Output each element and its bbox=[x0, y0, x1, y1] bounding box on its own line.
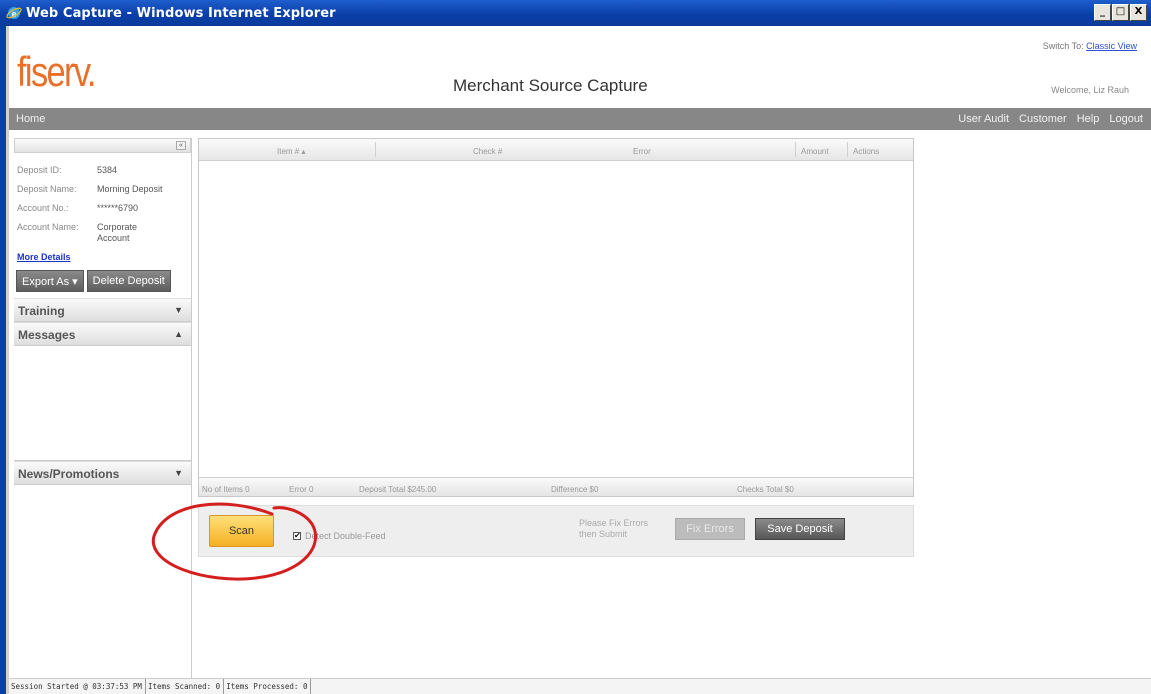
window-title: Web Capture - Windows Internet Explorer bbox=[26, 5, 336, 21]
page-header: fiserv. Merchant Source Capture Switch T… bbox=[9, 26, 1151, 108]
detect-double-feed-checkbox[interactable]: ✔ bbox=[293, 532, 301, 540]
fix-errors-message: Please Fix Errors then Submit bbox=[579, 518, 648, 540]
classic-view-link[interactable]: Classic View bbox=[1086, 41, 1137, 51]
grid-header: Item # ▴ Check # Error Amount Actions bbox=[199, 139, 913, 161]
footer-checks-total: Checks Total $0 bbox=[737, 485, 794, 494]
footer-deposit-total: Deposit Total $245.00 bbox=[359, 485, 437, 494]
deposit-name-row: Deposit Name: Morning Deposit bbox=[17, 184, 187, 195]
close-button[interactable]: X bbox=[1130, 4, 1147, 21]
account-no-row: Account No.: ******6790 bbox=[17, 203, 187, 214]
column-amount[interactable]: Amount bbox=[801, 147, 829, 156]
deposit-id-value: 5384 bbox=[97, 165, 118, 175]
training-label: Training bbox=[18, 304, 65, 318]
nav-customer[interactable]: Customer bbox=[1019, 113, 1067, 125]
messages-label: Messages bbox=[18, 328, 76, 342]
window-frame bbox=[0, 26, 9, 694]
minimize-button[interactable]: _ bbox=[1094, 4, 1111, 21]
fix-errors-message-line2: then Submit bbox=[579, 529, 628, 539]
session-started: Session Started @ 03:37:53 PM bbox=[9, 679, 146, 694]
deposit-name-label: Deposit Name: bbox=[17, 184, 77, 194]
items-grid: Item # ▴ Check # Error Amount Actions No… bbox=[198, 138, 914, 497]
nav-home[interactable]: Home bbox=[16, 113, 45, 125]
nav-help[interactable]: Help bbox=[1077, 113, 1100, 125]
save-deposit-button[interactable]: Save Deposit bbox=[755, 518, 845, 540]
switch-view: Switch To: Classic View bbox=[1043, 41, 1137, 51]
deposit-buttons: Export As ▾ Delete Deposit bbox=[14, 262, 191, 292]
deposit-id-row: Deposit ID: 5384 bbox=[17, 165, 187, 176]
account-no-label: Account No.: bbox=[17, 203, 69, 213]
deposit-id-label: Deposit ID: bbox=[17, 165, 62, 175]
window-titlebar: e Web Capture - Windows Internet Explore… bbox=[0, 0, 1151, 26]
training-panel-header[interactable]: Training ▼ bbox=[14, 298, 191, 322]
dropdown-arrow-icon: ▾ bbox=[72, 276, 78, 288]
messages-panel-body bbox=[14, 346, 191, 461]
nav-logout[interactable]: Logout bbox=[1109, 113, 1143, 125]
account-name-label: Account Name: bbox=[17, 222, 79, 232]
welcome-text: Welcome, Liz Rauh bbox=[1051, 85, 1129, 95]
more-details-link[interactable]: More Details bbox=[17, 252, 191, 262]
internet-explorer-icon: e bbox=[6, 7, 22, 20]
scan-button[interactable]: Scan bbox=[209, 515, 274, 547]
export-as-label: Export As bbox=[22, 276, 70, 288]
news-panel-header[interactable]: News/Promotions ▼ bbox=[14, 461, 191, 485]
delete-deposit-button[interactable]: Delete Deposit bbox=[86, 270, 171, 292]
column-error[interactable]: Error bbox=[633, 147, 651, 156]
items-scanned: Items Scanned: 0 bbox=[146, 679, 225, 694]
account-name-row: Account Name: Corporate Account bbox=[17, 222, 187, 244]
footer-items-count: No of Items 0 bbox=[202, 485, 250, 494]
column-item[interactable]: Item # ▴ bbox=[277, 147, 305, 156]
fix-errors-button[interactable]: Fix Errors bbox=[675, 518, 745, 540]
sidebar: « Deposit ID: 5384 Deposit Name: Morning… bbox=[14, 138, 192, 678]
switch-label: Switch To: bbox=[1042, 41, 1084, 51]
footer-error-count: Error 0 bbox=[289, 485, 314, 494]
messages-panel-header[interactable]: Messages ▲ bbox=[14, 322, 191, 346]
chevron-down-icon: ▼ bbox=[174, 468, 183, 478]
account-name-value: Corporate Account bbox=[97, 222, 138, 243]
fix-errors-message-line1: Please Fix Errors bbox=[579, 518, 649, 528]
action-bar: Scan ✔ Detect Double-Feed Please Fix Err… bbox=[198, 505, 914, 557]
sidebar-header: « bbox=[14, 138, 191, 153]
export-as-button[interactable]: Export As ▾ bbox=[16, 270, 84, 292]
column-actions[interactable]: Actions bbox=[853, 147, 879, 156]
items-processed: Items Processed: 0 bbox=[224, 679, 312, 694]
news-label: News/Promotions bbox=[18, 467, 120, 481]
chevron-up-icon: ▲ bbox=[174, 329, 183, 339]
nav-user-audit[interactable]: User Audit bbox=[958, 113, 1009, 125]
deposit-info: Deposit ID: 5384 Deposit Name: Morning D… bbox=[14, 153, 191, 244]
collapse-icon[interactable]: « bbox=[176, 141, 186, 150]
detect-double-feed-label: Detect Double-Feed bbox=[305, 531, 386, 541]
maximize-button[interactable]: □ bbox=[1112, 4, 1129, 21]
deposit-name-value: Morning Deposit bbox=[97, 184, 163, 194]
account-no-value: ******6790 bbox=[97, 203, 139, 213]
fiserv-logo: fiserv. bbox=[17, 48, 96, 95]
nav-right-menu: User Audit Customer Help Logout bbox=[958, 113, 1143, 125]
column-check[interactable]: Check # bbox=[473, 147, 502, 156]
grid-footer: No of Items 0 Error 0 Deposit Total $245… bbox=[199, 477, 913, 496]
nav-bar: Home User Audit Customer Help Logout bbox=[9, 108, 1151, 130]
app-title: Merchant Source Capture bbox=[453, 76, 648, 95]
window-controls: _ □ X bbox=[1094, 4, 1147, 21]
status-bar: Session Started @ 03:37:53 PM Items Scan… bbox=[9, 678, 1151, 694]
footer-difference: Difference $0 bbox=[551, 485, 599, 494]
chevron-down-icon: ▼ bbox=[174, 305, 183, 315]
